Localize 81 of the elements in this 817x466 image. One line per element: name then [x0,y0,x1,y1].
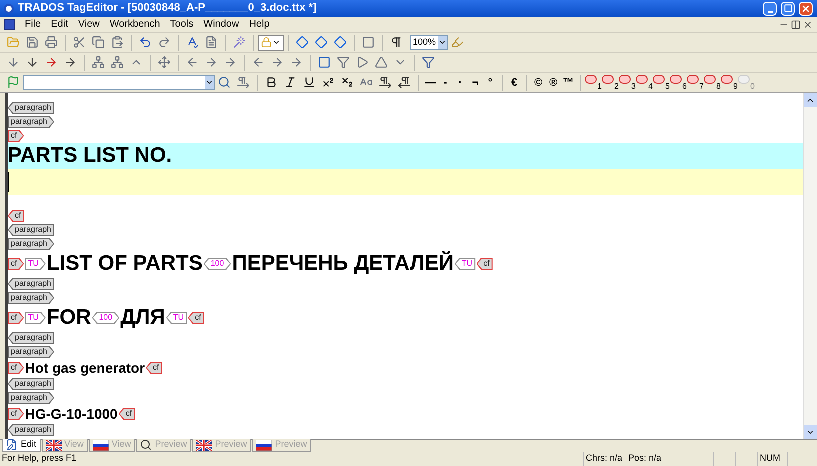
tag-marker: paragraph [8,238,54,250]
tag-marker: paragraph [8,392,54,404]
menu-item[interactable]: Tools [166,17,198,32]
segment-text: Hot gas generator [25,358,146,378]
placeholder-tag-button[interactable]: 4 [636,74,653,91]
symbol-button[interactable]: · [453,74,468,90]
maximize-icon [784,4,792,13]
app-icon [4,4,14,14]
segment-text: FOR [46,305,92,332]
status-text: Pos: n/a [628,452,662,466]
text-cursor [8,172,9,192]
status-text: Chrs: n/a [586,452,623,466]
lock-icon [261,37,272,48]
placeholder-tag-button[interactable]: 5 [653,74,670,91]
symbol-button[interactable]: — [423,74,438,90]
combo-field[interactable] [23,75,215,90]
symbol-button[interactable]: ¬ [468,74,483,90]
close-icon [801,4,811,14]
menu-item[interactable]: Window [200,17,244,32]
segment-text: ДЛЯ [120,305,166,332]
symbol-button[interactable]: € [507,74,522,90]
status-text: NUM [757,452,787,466]
tag-marker: cf [8,130,24,142]
segment-text: LIST OF PARTS [46,251,203,278]
placeholder-tag-button[interactable]: 3 [619,74,636,91]
tag-marker: cf [118,408,136,420]
close-icon[interactable] [803,20,813,30]
placeholder-tag-button[interactable]: 2 [602,74,619,91]
view-tab[interactable]: Edit [2,439,41,452]
maximize-button[interactable] [781,2,795,16]
tag-marker: cf [146,362,162,374]
tag-marker: TU [166,312,188,324]
tag-marker: cf [188,312,204,324]
menu-item[interactable]: Edit [47,17,72,32]
placeholder-tag-button[interactable]: 8 [704,74,721,91]
scrollbar[interactable] [803,93,817,439]
placeholder-tag-button[interactable]: 6 [670,74,687,91]
source-segment[interactable]: PARTS LIST NO. [8,143,803,169]
tag-marker: TU [25,258,46,270]
edit-icon [6,439,18,451]
tag-marker: cf [8,312,24,324]
preview-icon [140,439,152,451]
tag-marker: paragraph [8,346,54,358]
placeholder-tag-button[interactable]: 1 [585,74,602,91]
tag-marker: 100 [92,312,120,324]
tag-marker: paragraph [8,424,54,436]
symbol-button[interactable]: ® [546,74,561,90]
tag-marker: paragraph [8,116,54,128]
tag-marker: cf [8,408,24,420]
menu-item[interactable]: File [21,17,46,32]
tag-marker: cf [8,258,24,270]
tag-marker: cf [8,362,24,374]
tag-marker: TU [25,312,46,324]
symbol-button[interactable]: ° [483,74,498,90]
symbol-button[interactable]: ™ [561,74,576,90]
zoom-select[interactable]: 100% [410,35,448,50]
tag-marker: paragraph [8,278,54,290]
menu-item[interactable]: Help [245,17,274,32]
symbol-button[interactable]: © [531,74,546,90]
tag-marker: TU [454,258,476,270]
segment-text: PARTS LIST NO. [8,143,172,170]
tag-marker: paragraph [8,378,54,390]
segment-text: ПЕРЕЧЕНЬ ДЕТАЛЕЙ [232,250,454,278]
tag-marker: cf [476,258,493,270]
tag-marker: paragraph [8,102,54,114]
status-text: For Help, press F1 [1,452,78,466]
menu-item[interactable]: Workbench [106,17,164,32]
window-title: TRADOS TagEditor - [50030848_A-P_______0_3.doc.ttx *] [18,1,317,16]
close-button[interactable] [799,2,813,16]
tag-marker: 100 [204,258,232,270]
menu-item[interactable]: View [74,17,104,32]
tag-marker: cf [8,210,24,222]
placeholder-tag-button[interactable]: 7 [687,74,704,91]
placeholder-tag-button[interactable]: 9 [721,74,738,91]
symbol-button[interactable]: - [438,74,453,90]
minimize-button[interactable] [763,2,777,16]
tag-marker: paragraph [8,332,54,344]
tag-marker: paragraph [8,224,54,236]
tag-marker: paragraph [8,292,54,304]
segment-text: HG-G-10-1000 [25,404,118,424]
lock-dropdown[interactable] [258,34,284,50]
